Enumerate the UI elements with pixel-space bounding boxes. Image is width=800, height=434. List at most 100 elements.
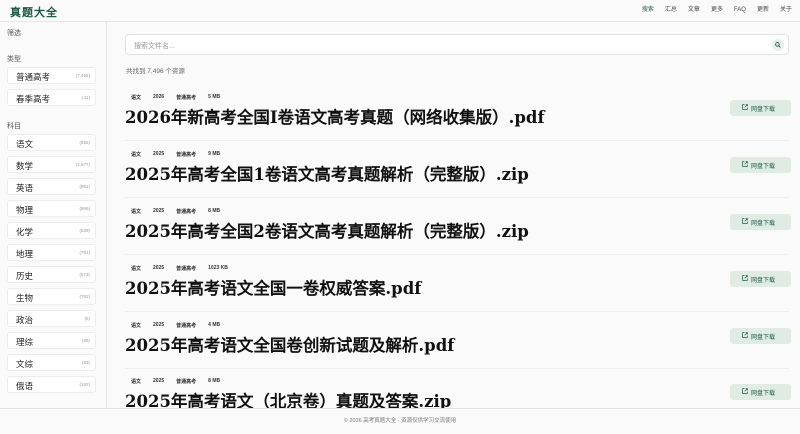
result-title[interactable]: 2025年高考语文（北京卷）真题及答案.zip [125, 388, 451, 408]
download-label: 网盘下载 [751, 221, 776, 227]
result-title[interactable]: 2025年高考语文全国卷创新试题及解析.pdf [125, 332, 454, 356]
filter-count: (866) [79, 206, 90, 211]
size-tag: 4 MB [208, 322, 221, 328]
nav-updates[interactable]: 更新 [757, 6, 769, 14]
results-count: 共找到 7,496 个资源 [126, 68, 185, 75]
type-tag: 普通高考 [176, 209, 197, 215]
external-link-icon [742, 104, 748, 110]
filter-count: (83) [81, 360, 90, 365]
type-tag: 普通高考 [176, 323, 197, 329]
year-tag: 2026 [153, 94, 165, 100]
subject-tag: 语文 [131, 95, 142, 101]
download-button[interactable]: 网盘下载 [730, 157, 791, 173]
filter-subject-politics[interactable]: 政治 (5) [7, 310, 96, 327]
filter-count: (1,677) [75, 162, 90, 167]
result-item: 语文 2025 普通高考 8 MB 2025年高考语文（北京卷）真题及答案.zi… [108, 378, 800, 408]
nav-search[interactable]: 搜索 [642, 6, 654, 14]
footer-text: © 2026 高考真题大全 · 资源仅供学习交流使用 [343, 418, 457, 424]
result-divider [125, 197, 789, 198]
filter-label: 地理 [16, 249, 34, 259]
filter-subject-science-combined[interactable]: 理综 (89) [7, 332, 96, 349]
filter-label: 理综 [16, 337, 34, 347]
nav-about[interactable]: 关于 [780, 6, 792, 14]
filter-count: (41) [81, 95, 90, 100]
download-label: 网盘下载 [751, 107, 776, 113]
filter-type-spring[interactable]: 春季高考 (41) [7, 89, 96, 106]
main-nav: 搜索 汇总 文章 更多 FAQ 更新 关于 [631, 6, 792, 14]
result-title[interactable]: 2025年高考全国2卷语文高考真题解析（完整版）.zip [125, 218, 529, 242]
size-tag: 8 MB [208, 208, 221, 214]
filter-count: (192) [79, 382, 90, 387]
filter-subject-biology[interactable]: 生物 (792) [7, 288, 96, 305]
filter-sidebar: 筛选 类型 普通高考 (7,455) 春季高考 (41) 科目 语文 (555)… [0, 22, 107, 408]
download-button[interactable]: 网盘下载 [730, 384, 791, 400]
top-navbar: 真题大全 搜索 汇总 文章 更多 FAQ 更新 关于 [0, 0, 800, 22]
filter-subject-chemistry[interactable]: 化学 (539) [7, 222, 96, 239]
result-meta: 语文 2026 普通高考 5 MB [131, 94, 232, 101]
filter-subject-russian[interactable]: 俄语 (192) [7, 376, 96, 393]
filter-subject-chinese[interactable]: 语文 (555) [7, 134, 96, 151]
filter-label: 文综 [16, 359, 34, 369]
result-title[interactable]: 2025年高考全国1卷语文高考真题解析（完整版）.zip [125, 161, 529, 185]
result-item: 语文 2025 普通高考 8 MB 2025年高考全国2卷语文高考真题解析（完整… [108, 208, 800, 265]
filter-label: 政治 [16, 315, 34, 325]
filter-subject-arts-combined[interactable]: 文综 (83) [7, 354, 96, 371]
download-button[interactable]: 网盘下载 [730, 328, 791, 344]
filter-subject-history[interactable]: 历史 (673) [7, 266, 96, 283]
nav-more[interactable]: 更多 [711, 6, 723, 14]
result-item: 语文 2025 普通高考 9 MB 2025年高考全国1卷语文高考真题解析（完整… [108, 151, 800, 208]
search-input[interactable]: 搜索文件名... [125, 34, 789, 55]
site-logo[interactable]: 真题大全 [10, 4, 58, 20]
year-tag: 2025 [153, 208, 165, 214]
result-item: 语文 2026 普通高考 5 MB 2026年新高考全国I卷语文高考真题（网络收… [108, 94, 800, 151]
size-tag: 8 MB [208, 378, 221, 384]
filter-type-normal[interactable]: 普通高考 (7,455) [7, 67, 96, 84]
year-tag: 2025 [153, 265, 165, 271]
external-link-icon [742, 332, 748, 338]
filter-subject-geography[interactable]: 地理 (781) [7, 244, 96, 261]
subject-tag: 语文 [131, 209, 142, 215]
result-meta: 语文 2025 普通高考 9 MB [131, 151, 232, 158]
filter-label: 语文 [16, 139, 34, 149]
external-link-icon [742, 275, 748, 281]
download-label: 网盘下载 [751, 278, 776, 284]
filter-count: (89) [81, 338, 90, 343]
result-title[interactable]: 2026年新高考全国I卷语文高考真题（网络收集版）.pdf [125, 104, 545, 128]
size-tag: 9 MB [208, 151, 221, 157]
nav-summary[interactable]: 汇总 [665, 6, 677, 14]
external-link-icon [742, 218, 748, 224]
filter-label: 英语 [16, 183, 34, 193]
download-button[interactable]: 网盘下载 [730, 100, 791, 116]
filter-subject-physics[interactable]: 物理 (866) [7, 200, 96, 217]
filter-count: (5) [84, 316, 91, 321]
download-button[interactable]: 网盘下载 [730, 214, 791, 230]
subject-tag: 语文 [131, 323, 142, 329]
result-meta: 语文 2025 普通高考 4 MB [131, 322, 232, 329]
type-tag: 普通高考 [176, 266, 197, 272]
nav-articles[interactable]: 文章 [688, 6, 700, 14]
search-button[interactable] [772, 39, 784, 51]
search-placeholder: 搜索文件名... [134, 43, 175, 50]
filter-label: 俄语 [16, 381, 34, 391]
result-title[interactable]: 2025年高考语文全国一卷权威答案.pdf [125, 275, 421, 299]
filter-count: (862) [79, 184, 90, 189]
subject-tag: 语文 [131, 266, 142, 272]
filter-subject-math[interactable]: 数学 (1,677) [7, 156, 96, 173]
filter-label: 历史 [16, 271, 34, 281]
result-meta: 语文 2025 普通高考 8 MB [131, 378, 232, 385]
result-divider [125, 254, 789, 255]
result-meta: 语文 2025 普通高考 8 MB [131, 208, 232, 215]
result-meta: 语文 2025 普通高考 1023 KB [131, 265, 240, 272]
subject-tag: 语文 [131, 379, 142, 385]
filter-count: (555) [79, 140, 90, 145]
filter-label: 物理 [16, 205, 34, 215]
year-tag: 2025 [153, 378, 165, 384]
download-button[interactable]: 网盘下载 [730, 271, 791, 287]
nav-faq[interactable]: FAQ [734, 6, 746, 14]
result-divider [125, 368, 789, 369]
result-item: 语文 2025 普通高考 4 MB 2025年高考语文全国卷创新试题及解析.pd… [108, 322, 800, 379]
filter-label: 普通高考 [16, 72, 51, 82]
filter-subject-english[interactable]: 英语 (862) [7, 178, 96, 195]
result-divider [125, 311, 789, 312]
year-tag: 2025 [153, 151, 165, 157]
